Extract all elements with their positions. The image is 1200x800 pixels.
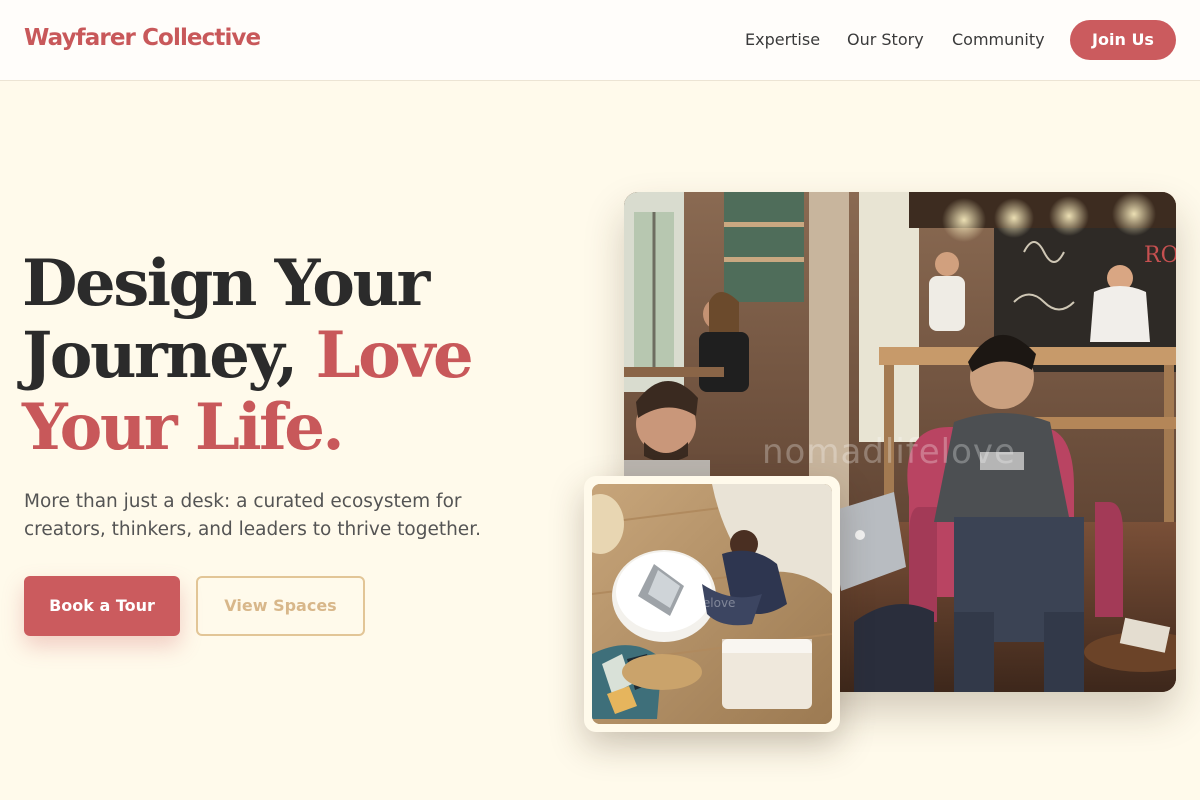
lounge-photo-card: lifelove <box>584 476 840 732</box>
svg-text:RO: RO <box>1144 243 1176 268</box>
view-spaces-button[interactable]: View Spaces <box>196 576 365 636</box>
join-us-button[interactable]: Join Us <box>1070 20 1176 60</box>
lounge-photo: lifelove <box>592 484 832 724</box>
headline-line-1: Design Your <box>22 246 430 321</box>
nav-link-community[interactable]: Community <box>952 30 1045 49</box>
nav-link-our-story[interactable]: Our Story <box>847 30 924 49</box>
hero-subtitle: More than just a desk: a curated ecosyst… <box>24 491 481 540</box>
brand-logo[interactable]: Wayfarer Collective <box>24 25 261 51</box>
nav-link-expertise[interactable]: Expertise <box>745 30 820 49</box>
inset-photo-watermark: lifelove <box>692 596 736 610</box>
hero-headline: Design Your Journey, Love Your Life. <box>22 248 582 464</box>
main-photo-watermark: nomadlifelove <box>762 432 1016 472</box>
headline-line-2: Journey, <box>22 318 316 393</box>
book-tour-button[interactable]: Book a Tour <box>24 576 180 636</box>
site-header: Wayfarer Collective Expertise Our Story … <box>0 0 1200 81</box>
headline-accent-line-3: Your Life. <box>22 390 345 465</box>
headline-accent-love: Love <box>315 318 474 393</box>
